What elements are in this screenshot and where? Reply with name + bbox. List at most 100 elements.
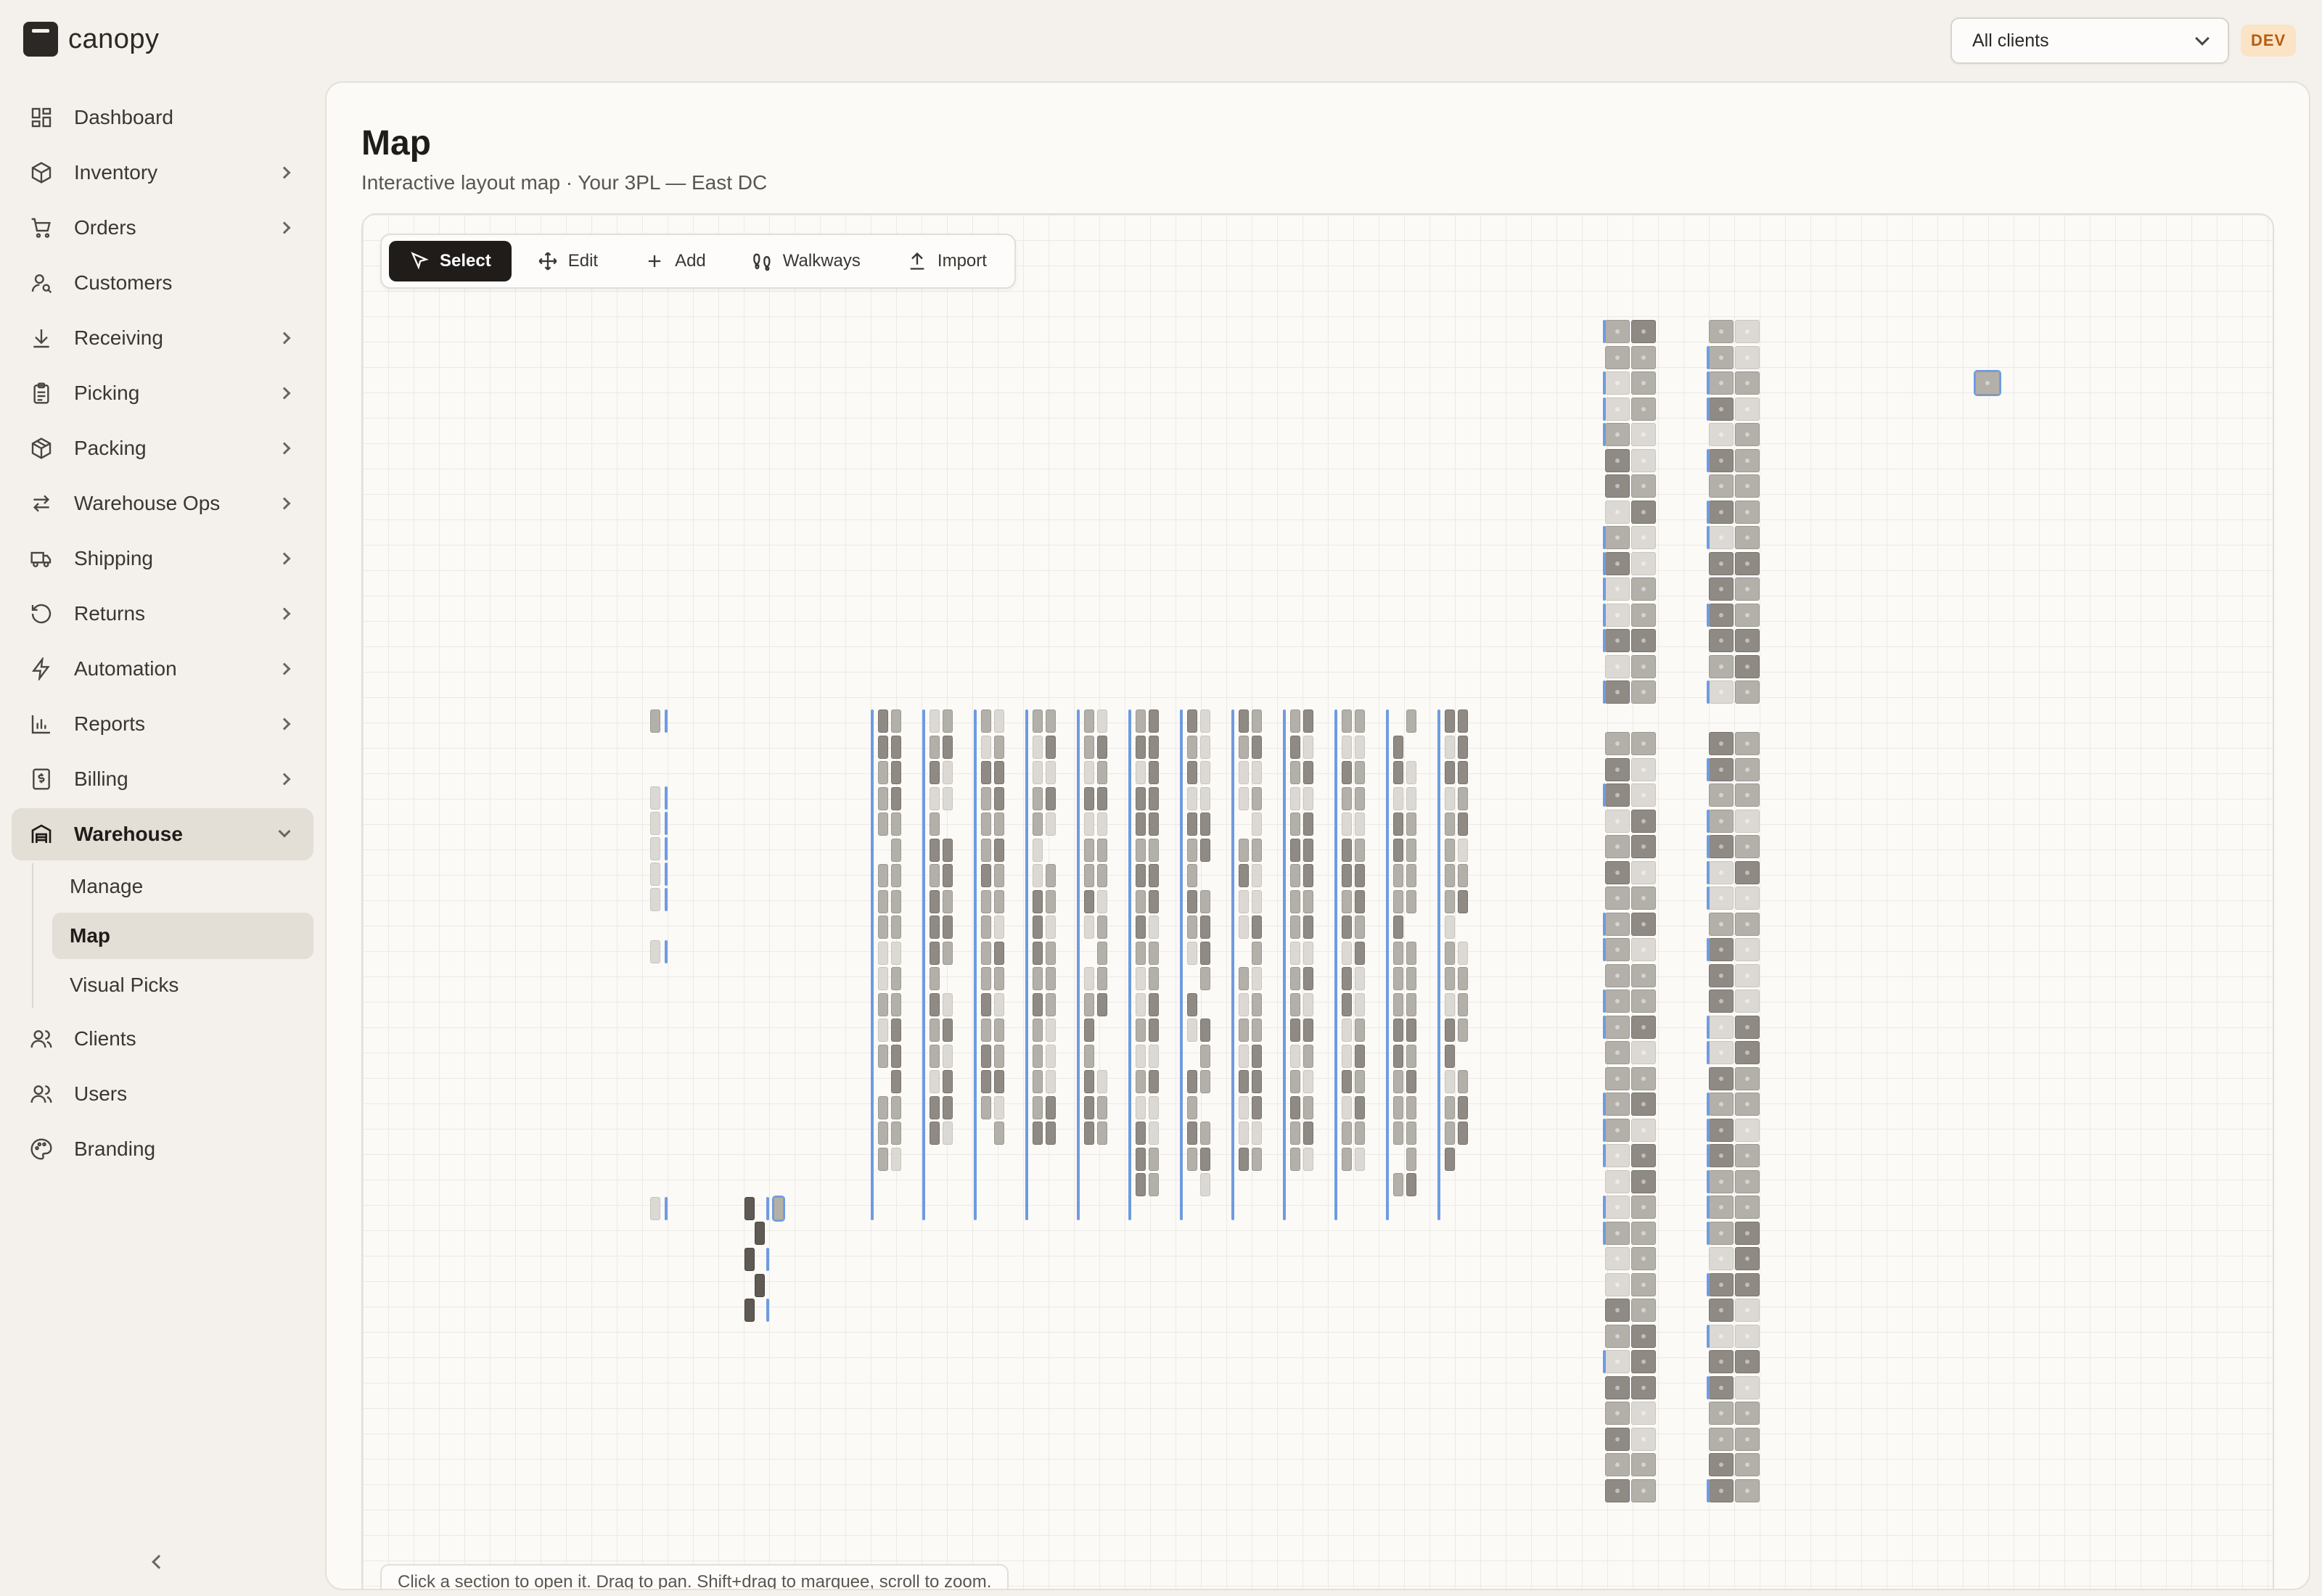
sidebar-item-shipping[interactable]: Shipping (12, 532, 313, 585)
bin-cell[interactable] (1136, 967, 1146, 990)
bin-cell[interactable] (1097, 941, 1107, 965)
bin-cell[interactable] (994, 1070, 1004, 1093)
walkway[interactable] (766, 1248, 769, 1271)
bin-cell[interactable] (1605, 809, 1630, 833)
bin-cell[interactable] (1393, 735, 1403, 759)
bin-cell[interactable] (1290, 786, 1300, 810)
bin-cell[interactable] (1605, 1402, 1630, 1425)
bin-cell[interactable] (1458, 838, 1468, 862)
bin-cell[interactable] (1355, 838, 1365, 862)
bin-cell[interactable] (1631, 757, 1656, 781)
walkway[interactable] (1707, 1118, 1710, 1142)
bin-cell[interactable] (1735, 1324, 1760, 1348)
bin-cell[interactable] (1097, 786, 1107, 810)
bin-cell[interactable] (1252, 992, 1262, 1016)
bin-cell[interactable] (1631, 1324, 1656, 1348)
bin-cell[interactable] (1605, 1221, 1630, 1245)
bin-cell[interactable] (1735, 603, 1760, 627)
bin-cell[interactable] (1631, 500, 1656, 524)
bin-cell[interactable] (1605, 577, 1630, 601)
bin-cell[interactable] (1097, 1095, 1107, 1119)
bin-cell[interactable] (1252, 916, 1262, 939)
bin-cell[interactable] (1187, 941, 1197, 965)
bin-cell[interactable] (1605, 1272, 1630, 1296)
bin-cell[interactable] (1342, 916, 1352, 939)
bin-cell[interactable] (891, 1044, 901, 1068)
bin-cell[interactable] (1239, 735, 1249, 759)
bin-cell[interactable] (1393, 967, 1403, 990)
bin-cell[interactable] (1735, 1118, 1760, 1142)
walkway[interactable] (1707, 448, 1710, 472)
bin-cell[interactable] (1239, 864, 1249, 887)
bin-cell[interactable] (981, 1019, 991, 1042)
bin-cell[interactable] (1200, 786, 1210, 810)
bin-cell[interactable] (1084, 967, 1094, 990)
bin-cell[interactable] (1149, 735, 1159, 759)
bin-cell[interactable] (943, 1095, 953, 1119)
walkway[interactable] (665, 940, 668, 963)
bin-cell[interactable] (1342, 786, 1352, 810)
walkway[interactable] (1025, 709, 1028, 1220)
bin-cell[interactable] (1033, 1019, 1043, 1042)
walkway[interactable] (1707, 1196, 1710, 1219)
bin-cell[interactable] (1252, 735, 1262, 759)
bin-cell[interactable] (1735, 963, 1760, 987)
bin-cell[interactable] (1605, 1093, 1630, 1116)
sidebar-item-packing[interactable]: Packing (12, 422, 313, 474)
bin-cell[interactable] (1046, 813, 1056, 836)
walkway[interactable] (1603, 1144, 1606, 1167)
bin-cell[interactable] (1605, 1324, 1630, 1348)
bin-cell[interactable] (1605, 1144, 1630, 1167)
bin-cell[interactable] (943, 916, 953, 939)
import-tool-button[interactable]: Import (887, 241, 1007, 281)
bin-cell[interactable] (1605, 1299, 1630, 1322)
bin-cell[interactable] (1290, 761, 1300, 784)
walkway[interactable] (1707, 1375, 1710, 1399)
bin-cell[interactable] (1735, 1350, 1760, 1373)
bin-cell[interactable] (1149, 1070, 1159, 1093)
bin-cell[interactable] (994, 889, 1004, 913)
bin-cell[interactable] (1631, 526, 1656, 549)
bin-cell[interactable] (1149, 1019, 1159, 1042)
sidebar-item-billing[interactable]: Billing (12, 753, 313, 805)
bin-cell[interactable] (1393, 1122, 1403, 1145)
bin-cell[interactable] (1033, 1070, 1043, 1093)
bin-cell[interactable] (1290, 992, 1300, 1016)
bin-cell[interactable] (1445, 1044, 1455, 1068)
bin-cell[interactable] (1709, 423, 1734, 446)
bin-cell[interactable] (930, 735, 940, 759)
walkway[interactable] (1707, 345, 1710, 369)
bin-cell[interactable] (1046, 786, 1056, 810)
bin-cell[interactable] (994, 916, 1004, 939)
bin-cell[interactable] (1355, 735, 1365, 759)
bin-cell[interactable] (1187, 1095, 1197, 1119)
bin-cell[interactable] (981, 1070, 991, 1093)
bin-cell[interactable] (1303, 813, 1313, 836)
bin-cell[interactable] (1631, 1350, 1656, 1373)
bin-cell[interactable] (1735, 1093, 1760, 1116)
bin-cell[interactable] (1406, 1019, 1416, 1042)
bin-cell[interactable] (1735, 912, 1760, 936)
bin-cell[interactable] (1239, 1122, 1249, 1145)
bin-cell[interactable] (1709, 809, 1734, 833)
bin-cell[interactable] (1406, 967, 1416, 990)
bin-cell[interactable] (1046, 916, 1056, 939)
walkway[interactable] (1603, 1196, 1606, 1219)
bin-cell[interactable] (943, 1070, 953, 1093)
bin-cell[interactable] (1631, 603, 1656, 627)
bin-cell[interactable] (1605, 1169, 1630, 1193)
bin-cell[interactable] (1458, 1019, 1468, 1042)
bin-cell[interactable] (1709, 1221, 1734, 1245)
walkway[interactable] (1707, 603, 1710, 627)
bin-cell[interactable] (994, 786, 1004, 810)
bin-cell[interactable] (891, 967, 901, 990)
bin-cell[interactable] (1709, 912, 1734, 936)
bin-cell[interactable] (1046, 761, 1056, 784)
bin-cell[interactable] (891, 838, 901, 862)
walkway[interactable] (766, 1197, 769, 1220)
walkway[interactable] (1707, 500, 1710, 524)
bin-cell[interactable] (1631, 1169, 1656, 1193)
bin-cell[interactable] (943, 735, 953, 759)
bin-cell[interactable] (1187, 1147, 1197, 1171)
bin-cell[interactable] (1149, 941, 1159, 965)
